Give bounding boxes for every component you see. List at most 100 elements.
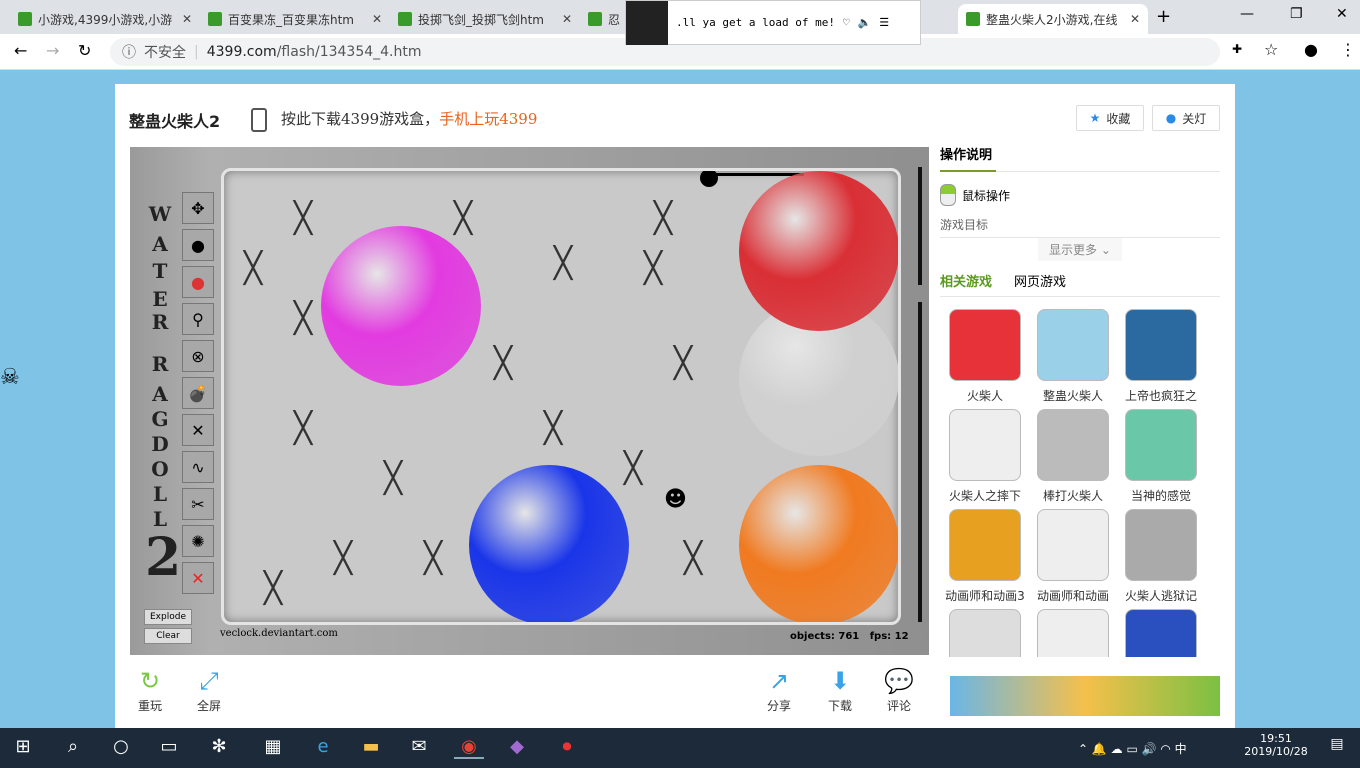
show-more-button[interactable]: 显示更多 ⌄ — [1038, 238, 1122, 261]
profile-icon[interactable]: ● — [1304, 40, 1318, 59]
game-thumbnail — [1125, 309, 1197, 381]
related-game[interactable]: 火柴人 — [942, 309, 1028, 404]
related-game[interactable]: 棒打火柴人 — [1030, 409, 1116, 504]
close-window-button[interactable]: ✕ — [1336, 6, 1348, 22]
media-popup: .ll ya get a load of me! ♡ 🔈 ☰ — [625, 0, 921, 45]
close-tab-icon[interactable]: ✕ — [372, 12, 382, 26]
share-button[interactable]: ↗ 分享 — [759, 667, 799, 714]
clock[interactable]: 19:51 2019/10/28 — [1244, 732, 1308, 758]
fullscreen-button[interactable]: ⤢ 全屏 — [189, 667, 229, 714]
edge-icon[interactable]: e — [308, 736, 338, 757]
pin-tool-icon[interactable]: ⚲ — [182, 303, 214, 335]
stats-text: objects: 761 fps: 12 — [790, 631, 909, 642]
rope-segment: ╳ — [294, 201, 313, 236]
explode-button[interactable]: Explode — [144, 609, 192, 625]
playlist-icon[interactable]: ☰ — [879, 16, 889, 29]
reload-icon[interactable]: ↻ — [78, 41, 91, 60]
game-thumbnail — [949, 409, 1021, 481]
replay-button[interactable]: ↻ 重玩 — [130, 667, 170, 714]
comment-button[interactable]: 💬 评论 — [879, 667, 919, 714]
album-art — [626, 0, 668, 45]
vortex-tool-icon[interactable]: ✺ — [182, 525, 214, 557]
tab-active[interactable]: 整蛊火柴人2小游戏,在线 ✕ — [958, 4, 1148, 34]
close-tab-icon[interactable]: ✕ — [1130, 12, 1140, 26]
game-title: 整蛊火柴人2 — [129, 112, 221, 131]
related-game[interactable] — [942, 609, 1028, 657]
ad-banner[interactable] — [950, 676, 1220, 716]
menu-icon[interactable]: ⋮ — [1340, 40, 1356, 59]
rope-segment: ╳ — [294, 411, 313, 446]
related-game[interactable] — [1118, 609, 1204, 657]
ragdoll-head-icon[interactable]: ☻ — [664, 487, 687, 512]
download-icon: ⬇ — [829, 667, 851, 695]
share-icon: ↗ — [768, 667, 790, 695]
record-icon[interactable]: ⏺ — [552, 736, 582, 757]
rope-segment: ╳ — [654, 201, 673, 236]
bomb-tool-icon[interactable]: 💣 — [182, 377, 214, 409]
rope-tool-icon[interactable]: ∿ — [182, 451, 214, 483]
delete-tool-icon[interactable]: ✕ — [182, 562, 214, 594]
related-game[interactable]: 动画师和动画3 — [942, 509, 1028, 604]
bookmark-star-icon[interactable]: ☆ — [1264, 40, 1278, 59]
start-icon[interactable]: ⊞ — [8, 736, 38, 757]
app-icon[interactable]: ◆ — [502, 736, 532, 757]
store-icon[interactable]: ▦ — [258, 736, 288, 757]
extension-icon[interactable]: ✚ — [1232, 42, 1242, 56]
close-tab-icon[interactable]: ✕ — [562, 12, 572, 26]
title-letter: A — [152, 382, 168, 406]
replay-icon: ↻ — [139, 667, 161, 695]
download-button[interactable]: ⬇ 下载 — [820, 667, 860, 714]
tab[interactable]: 小游戏,4399小游戏,小游 ✕ — [10, 4, 200, 34]
ball-magenta[interactable] — [321, 226, 481, 386]
system-tray[interactable]: ⌃ 🔔 ☁ ▭ 🔊 ◠ 中 — [1078, 740, 1187, 757]
volume-icon[interactable]: 🔈 — [858, 16, 872, 29]
slider-knob[interactable] — [700, 171, 718, 187]
notifications-icon[interactable]: ▤ — [1322, 736, 1352, 752]
tab[interactable]: 投掷飞剑_投掷飞剑htm ✕ — [390, 4, 580, 34]
vertical-slider-bottom[interactable] — [918, 302, 922, 622]
explorer-icon[interactable]: ▬ — [356, 736, 386, 757]
new-tab-button[interactable]: + — [1156, 6, 1171, 27]
maximize-button[interactable]: ❐ — [1290, 6, 1303, 22]
tab-web-games[interactable]: 网页游戏 — [1014, 271, 1066, 290]
clear-button[interactable]: Clear — [144, 628, 192, 644]
close-tab-icon[interactable]: ✕ — [182, 12, 192, 26]
ball-blue[interactable] — [469, 465, 629, 622]
move-tool-icon[interactable]: ✥ — [182, 192, 214, 224]
task-view-icon[interactable]: ▭ — [154, 736, 184, 757]
heart-icon[interactable]: ♡ — [843, 16, 850, 29]
lights-off-button[interactable]: ● 关灯 — [1152, 105, 1220, 131]
tab[interactable]: 百变果冻_百变果冻htm ✕ — [200, 4, 390, 34]
game-arena[interactable]: ☻ ╳ ╳ ╳ ╳ ╳ ╳ ╳ ╳ ╳ ╳ ╳ ╳ ╳ ╳ ╳ ╳ ╳ — [221, 168, 901, 625]
related-game[interactable]: 动画师和动画 — [1030, 509, 1116, 604]
tab-related-games[interactable]: 相关游戏 — [940, 271, 992, 290]
minimize-button[interactable]: — — [1240, 6, 1254, 22]
tab-instructions[interactable]: 操作说明 — [940, 144, 1220, 172]
rope-segment: ╳ — [264, 571, 283, 606]
vertical-slider-top[interactable] — [918, 167, 922, 285]
red-ball-tool-icon[interactable]: ● — [182, 266, 214, 298]
scissors-tool-icon[interactable]: ✂ — [182, 488, 214, 520]
related-game[interactable]: 火柴人逃狱记 — [1118, 509, 1204, 604]
title-letter: G — [151, 407, 169, 431]
chrome-icon[interactable]: ◉ — [454, 736, 484, 759]
pinwheel-icon[interactable]: ✻ — [204, 736, 234, 757]
download-promo-link[interactable]: 按此下载4399游戏盒，手机上玩4399 — [281, 108, 537, 129]
related-game[interactable]: 整蛊火柴人 — [1030, 309, 1116, 404]
related-game[interactable]: 当神的感觉 — [1118, 409, 1204, 504]
favorite-button[interactable]: ★ 收藏 — [1076, 105, 1144, 131]
ball-orange[interactable] — [739, 465, 898, 622]
search-icon[interactable]: ⌕ — [58, 736, 88, 757]
back-icon[interactable]: ← — [14, 41, 27, 60]
related-game[interactable]: 火柴人之摔下 — [942, 409, 1028, 504]
mail-icon[interactable]: ✉ — [404, 736, 434, 757]
related-game[interactable]: 上帝也疯狂之 — [1118, 309, 1204, 404]
gray-ball-tool-icon[interactable]: ● — [182, 229, 214, 261]
cortana-icon[interactable]: ○ — [106, 736, 136, 757]
forward-icon[interactable]: → — [46, 41, 59, 60]
related-game[interactable] — [1030, 609, 1116, 657]
cross-tool-icon[interactable]: ✕ — [182, 414, 214, 446]
game-canvas[interactable]: WATERRAGDOLL2 ✥ ● ● ⚲ ⊗ 💣 ✕ ∿ ✂ ✺ ✕ Explode Clear … — [130, 147, 929, 655]
ball-red[interactable] — [739, 171, 898, 331]
ring-tool-icon[interactable]: ⊗ — [182, 340, 214, 372]
